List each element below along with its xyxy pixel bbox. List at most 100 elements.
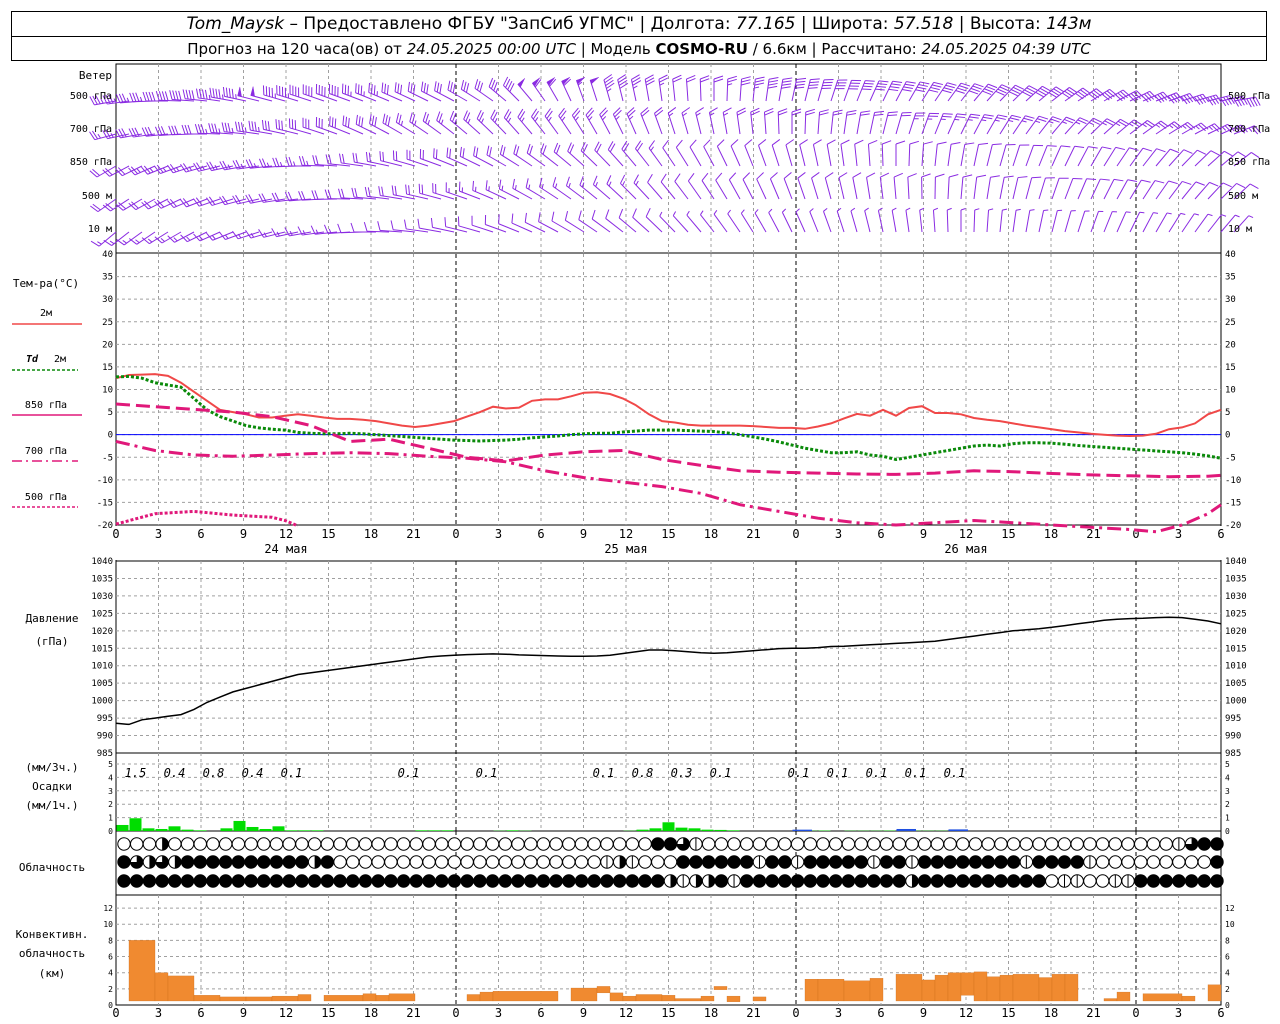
cloud-circle (282, 855, 296, 869)
barb-full (1037, 118, 1047, 122)
barb-full (727, 75, 738, 80)
cloud-circle (930, 837, 945, 851)
wind-barb (511, 213, 533, 233)
cloud-symbol-middle (257, 855, 271, 869)
barb-staff (864, 210, 871, 233)
snow-bar (948, 829, 968, 831)
wind-barb (364, 186, 390, 200)
temp-ytick-left: -5 (102, 453, 113, 463)
cloud-symbol-low (1057, 874, 1072, 888)
cloud-circle (740, 855, 754, 869)
wind-barb (449, 110, 468, 135)
pres-ytick-right: 1020 (1225, 627, 1247, 637)
wind-barb (644, 74, 655, 102)
wind-barb (856, 110, 871, 135)
temp-ytick-right: 35 (1225, 273, 1236, 283)
pres-ytick-left: 990 (97, 732, 113, 742)
barb-half (514, 185, 517, 190)
cloud-circle (816, 837, 830, 851)
wind-barb (633, 174, 650, 200)
barb-full (408, 185, 410, 195)
cloud-symbol-high (981, 837, 995, 851)
pres-ytick-left: 1010 (91, 662, 113, 672)
barb-staff (531, 116, 546, 135)
cloud-symbol-middle (1070, 855, 1084, 869)
cloud-circle (218, 874, 233, 888)
wind-level-label-4: 10 м (88, 224, 112, 235)
cloud-symbol-low (829, 874, 843, 888)
legend-t850-label: 850 гПа (25, 400, 67, 411)
barb-full (950, 142, 961, 145)
barb-pennant (250, 86, 255, 97)
snow-bar (896, 828, 916, 831)
cloud-symbol-low (663, 874, 678, 888)
barb-full (767, 85, 778, 89)
date-label: 24 мая (264, 542, 307, 556)
barb-full (1183, 149, 1193, 154)
barb-full (385, 115, 388, 125)
wind-barb (1038, 116, 1062, 135)
wind-barb (973, 174, 987, 200)
conv-bar (895, 974, 923, 1002)
conv-bar (921, 979, 936, 1002)
barb-half (1222, 126, 1227, 131)
cloud-symbol-low (1006, 874, 1021, 888)
conv-bar (1038, 977, 1053, 1002)
cloud-symbol-middle (460, 855, 474, 869)
wind-barb (325, 154, 351, 167)
barb-full (1100, 178, 1110, 181)
cloud-circle (447, 874, 462, 888)
cloud-symbol-middle (727, 855, 741, 869)
barb-half (967, 119, 973, 121)
cloud-circle (307, 874, 322, 888)
cloud-symbol-low (943, 874, 957, 888)
wind-barb (999, 84, 1025, 102)
barb-staff (1025, 145, 1034, 167)
wind-barb (908, 81, 930, 102)
barb-full (1142, 147, 1153, 152)
legend-td-label-a: Td (26, 354, 39, 365)
barb-full (435, 149, 438, 159)
cloud-circle (117, 837, 131, 851)
barb-full (997, 114, 1008, 118)
barb-full (805, 111, 815, 116)
cloud-symbol-middle (1184, 855, 1199, 869)
cloud-circle (435, 855, 449, 869)
cloud-circle (829, 837, 843, 851)
legend-t700-label: 700 гПа (25, 446, 67, 457)
cloud-circle (930, 855, 945, 869)
barb-full (826, 139, 836, 145)
cloud-circle (244, 855, 258, 869)
wind-barb (337, 223, 364, 234)
cloud-symbol-low (727, 874, 741, 888)
barb-full (686, 77, 696, 83)
wind-barb (1038, 209, 1049, 233)
barb-staff (947, 177, 950, 200)
barb-full (1004, 175, 1014, 178)
cloud-circle (422, 837, 436, 851)
cloud-symbol-high (574, 837, 589, 851)
prec-3h-label: 0.1 (398, 766, 420, 780)
barb-staff (1090, 146, 1103, 167)
barb-full (323, 224, 329, 234)
barb-half (1234, 214, 1240, 218)
barb-full (405, 184, 408, 195)
wind-barb (895, 111, 912, 135)
barb-half (988, 208, 994, 211)
cloud-symbol-high (562, 837, 576, 851)
barb-full (1222, 182, 1232, 188)
wind-barb (1064, 117, 1089, 135)
conv-bar (167, 975, 195, 1002)
cloud-symbol-high (968, 837, 983, 851)
wind-barb (986, 114, 1008, 135)
cloud-circle (320, 855, 335, 869)
barb-staff (647, 182, 663, 200)
barb-staff (630, 79, 637, 102)
wind-barb (667, 107, 677, 135)
barb-staff (1077, 178, 1088, 200)
prec-ytick-left: 4 (108, 773, 113, 782)
cloud-circle (765, 855, 779, 869)
cloud-circle (765, 837, 779, 851)
cloud-circle (867, 874, 881, 888)
cloud-circle (1159, 837, 1173, 851)
